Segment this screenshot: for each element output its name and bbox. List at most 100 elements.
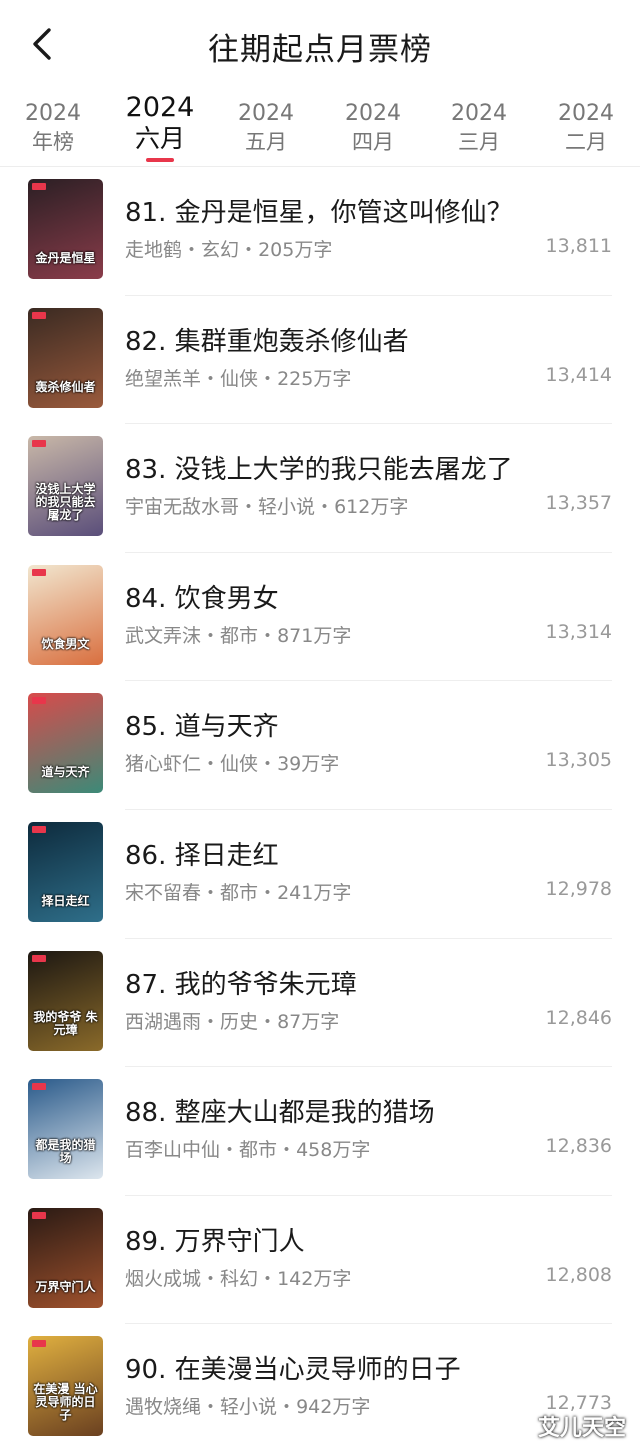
meta-separator: ・ <box>277 1139 297 1162</box>
monthly-votes: 12,808 <box>545 1263 612 1286</box>
book-author: 武文弄沫 <box>125 624 202 647</box>
publisher-logo-icon <box>32 311 46 319</box>
book-cover[interactable]: 我的爷爷 朱元璋 <box>28 950 103 1051</box>
meta-separator: ・ <box>220 1139 240 1162</box>
book-cover[interactable]: 都是我的猎场 <box>28 1079 103 1180</box>
book-meta: 西湖遇雨・历史・87万字 <box>125 1007 339 1034</box>
book-row[interactable]: 择日走红 86. 择日走红 宋不留春・都市・241万字 12,978 <box>0 810 640 939</box>
monthly-votes: 13,414 <box>545 363 612 386</box>
publisher-logo-icon <box>32 440 46 448</box>
book-author: 走地鹤 <box>125 239 183 261</box>
tab-month: 年榜 <box>32 130 74 154</box>
book-row[interactable]: 金丹是恒星 81. 金丹是恒星，你管这叫修仙？ 走地鹤・玄幻・205万字 13,811 <box>0 167 640 296</box>
tab-3[interactable]: 2024 四月 <box>323 100 423 156</box>
monthly-votes: 13,305 <box>545 749 612 772</box>
meta-separator: ・ <box>258 367 278 390</box>
book-meta: 宇宙无敌水哥・轻小说・612万字 <box>125 492 408 519</box>
tab-year: 2024 <box>25 101 81 126</box>
book-cover[interactable]: 金丹是恒星 <box>28 179 103 279</box>
publisher-logo-icon <box>32 1083 46 1091</box>
book-author: 烟火成城 <box>125 1267 202 1290</box>
monthly-votes: 13,357 <box>545 492 612 515</box>
book-cover[interactable]: 在美漫 当心灵导师的日子 <box>28 1336 103 1437</box>
meta-separator: ・ <box>201 753 221 776</box>
active-tab-indicator <box>146 158 174 162</box>
publisher-logo-icon <box>32 825 46 833</box>
book-cover[interactable]: 择日走红 <box>28 821 103 922</box>
meta-separator: ・ <box>258 1010 278 1033</box>
meta-separator: ・ <box>182 239 202 261</box>
book-row[interactable]: 饮食男文 84. 饮食男女 武文弄沫・都市・871万字 13,314 <box>0 553 640 682</box>
book-row[interactable]: 我的爷爷 朱元璋 87. 我的爷爷朱元璋 西湖遇雨・历史・87万字 12,846 <box>0 939 640 1068</box>
book-cover[interactable]: 没钱上大学的我只能去屠龙了 <box>28 436 103 537</box>
book-title[interactable]: 89. 万界守门人 <box>125 1221 305 1258</box>
tab-0[interactable]: 2024 年榜 <box>3 100 103 156</box>
book-genre: 都市 <box>239 1139 278 1162</box>
book-meta: 遇牧烧绳・轻小说・942万字 <box>125 1392 370 1419</box>
book-cover[interactable]: 轰杀修仙者 <box>28 307 103 408</box>
meta-separator: ・ <box>277 1396 297 1419</box>
book-title[interactable]: 85. 道与天齐 <box>125 706 279 743</box>
watermark: 艾儿天空 <box>537 1416 626 1441</box>
meta-separator: ・ <box>201 367 221 390</box>
top-bar: 往期起点月票榜 <box>0 0 640 88</box>
book-author: 宋不留春 <box>125 881 202 904</box>
book-genre: 都市 <box>220 624 259 647</box>
meta-separator: ・ <box>258 1267 278 1290</box>
book-row[interactable]: 轰杀修仙者 82. 集群重炮轰杀修仙者 绝望羔羊・仙侠・225万字 13,414 <box>0 296 640 425</box>
book-title[interactable]: 82. 集群重炮轰杀修仙者 <box>125 321 409 358</box>
tab-1[interactable]: 2024 六月 <box>110 92 210 162</box>
book-author: 宇宙无敌水哥 <box>125 496 240 519</box>
publisher-logo-icon <box>32 183 46 190</box>
tab-5[interactable]: 2024 二月 <box>536 100 636 156</box>
book-words: 241万字 <box>277 881 352 904</box>
book-cover[interactable]: 万界守门人 <box>28 1207 103 1308</box>
meta-separator: ・ <box>315 496 335 519</box>
page-title: 往期起点月票榜 <box>208 32 432 68</box>
book-author: 西湖遇雨 <box>125 1010 202 1033</box>
book-title[interactable]: 90. 在美漫当心灵导师的日子 <box>125 1349 461 1386</box>
tab-year: 2024 <box>558 101 614 126</box>
book-row[interactable]: 没钱上大学的我只能去屠龙了 83. 没钱上大学的我只能去屠龙了宇宙无敌水哥・轻小说… <box>0 424 640 553</box>
tab-month: 二月 <box>565 130 607 154</box>
book-row[interactable]: 都是我的猎场 88. 整座大山都是我的猎场百李山中仙・都市・458万字 12,836 <box>0 1067 640 1196</box>
book-words: 942万字 <box>296 1396 371 1419</box>
monthly-votes: 12,836 <box>545 1135 612 1158</box>
book-row[interactable]: 道与天齐 85. 道与天齐 猪心虾仁・仙侠・39万字 13,305 <box>0 681 640 810</box>
book-title[interactable]: 83. 没钱上大学的我只能去屠龙了 <box>125 449 513 486</box>
book-genre: 轻小说 <box>220 1396 278 1419</box>
month-tabs: 2024 年榜 2024 六月 2024 五月 2024 四月 2024 三月 2024 二月 <box>0 90 640 167</box>
book-title[interactable]: 88. 整座大山都是我的猎场 <box>125 1092 435 1129</box>
book-genre: 科幻 <box>220 1267 259 1290</box>
book-title[interactable]: 84. 饮食男女 <box>125 578 279 615</box>
book-genre: 仙侠 <box>220 753 259 776</box>
book-words: 39万字 <box>277 753 340 776</box>
book-meta: 百李山中仙・都市・458万字 <box>125 1135 370 1162</box>
book-author: 绝望羔羊 <box>125 367 202 390</box>
book-genre: 玄幻 <box>201 239 240 261</box>
tab-month: 五月 <box>245 130 287 154</box>
book-row[interactable]: 万界守门人 89. 万界守门人 烟火成城・科幻・142万字 12,808 <box>0 1196 640 1325</box>
tab-2[interactable]: 2024 五月 <box>216 100 316 156</box>
book-meta: 走地鹤・玄幻・205万字 <box>125 235 332 262</box>
publisher-logo-icon <box>32 1211 46 1219</box>
book-title[interactable]: 86. 择日走红 <box>125 835 279 872</box>
book-cover[interactable]: 道与天齐 <box>28 693 103 794</box>
monthly-votes: 12,846 <box>545 1006 612 1029</box>
tab-4[interactable]: 2024 三月 <box>429 100 529 156</box>
meta-separator: ・ <box>201 881 221 904</box>
cover-title-art: 择日走红 <box>41 893 90 908</box>
book-words: 142万字 <box>277 1267 352 1290</box>
tab-year: 2024 <box>125 92 195 123</box>
book-title[interactable]: 81. 金丹是恒星，你管这叫修仙？ <box>125 192 513 229</box>
cover-title-art: 都是我的猎场 <box>35 1138 96 1166</box>
meta-separator: ・ <box>239 496 259 519</box>
book-words: 612万字 <box>334 496 409 519</box>
monthly-votes: 13,811 <box>545 235 612 257</box>
meta-separator: ・ <box>201 624 221 647</box>
meta-separator: ・ <box>201 1267 221 1290</box>
book-cover[interactable]: 饮食男文 <box>28 564 103 665</box>
book-title[interactable]: 87. 我的爷爷朱元璋 <box>125 964 357 1001</box>
book-list: 金丹是恒星 81. 金丹是恒星，你管这叫修仙？ 走地鹤・玄幻・205万字 13,811… <box>0 167 640 1453</box>
book-words: 87万字 <box>277 1010 340 1033</box>
